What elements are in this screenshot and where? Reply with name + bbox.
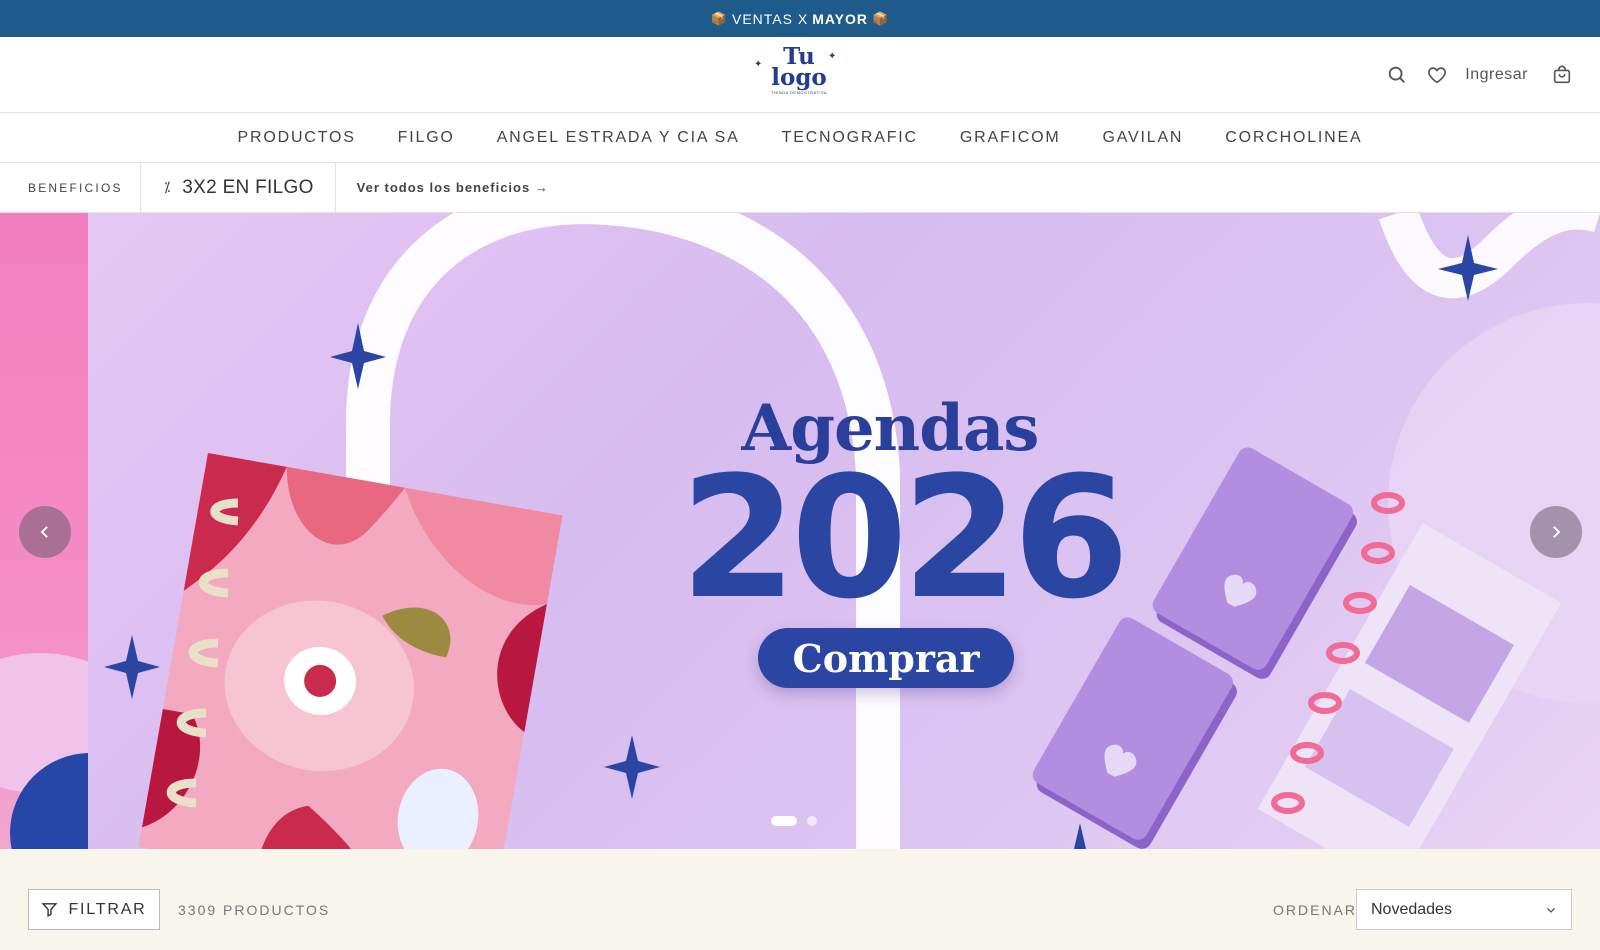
benefit-text: 3X2 EN FILGO (182, 176, 314, 198)
logo-line2: logo (771, 64, 827, 91)
chevron-left-icon (40, 526, 48, 538)
hero-banner[interactable]: Agendas 2026 Comprar (0, 213, 1600, 849)
main-nav: PRODUCTOS FILGO ANGEL ESTRADA Y CIA SA T… (0, 113, 1600, 163)
sort-select[interactable]: Novedades (1356, 889, 1572, 930)
announcement-bar: 📦 VENTAS X MAYOR 📦 (0, 0, 1600, 37)
slider-dot-2[interactable] (807, 816, 817, 826)
cart-icon[interactable] (1548, 61, 1576, 89)
sort-value: Novedades (1371, 900, 1452, 918)
login-link[interactable]: Ingresar (1465, 66, 1528, 84)
nav-item-angel-estrada[interactable]: ANGEL ESTRADA Y CIA SA (497, 129, 740, 147)
slider-dots (771, 816, 817, 826)
announcement-text: VENTAS X (731, 10, 809, 27)
sparkle-icon: ✦ (754, 59, 763, 70)
benefit-item[interactable]: ⁒ 3X2 EN FILGO (141, 162, 336, 213)
filter-label: FILTRAR (68, 900, 147, 918)
nav-item-gavilan[interactable]: GAVILAN (1103, 129, 1184, 147)
nav-item-productos[interactable]: PRODUCTOS (238, 129, 356, 147)
chevron-right-icon (1553, 526, 1561, 538)
search-icon[interactable] (1383, 61, 1411, 89)
store-logo[interactable]: ✦ ✦ Tu logo TIENDA DEMOSTRATIVA (754, 45, 840, 105)
benefits-bar: BENEFICIOS ⁒ 3X2 EN FILGO Ver todos los … (0, 162, 1600, 213)
nav-item-corcholinea[interactable]: CORCHOLINEA (1225, 129, 1362, 147)
product-count: 3309 PRODUCTOS (178, 902, 331, 918)
announcement-strong: MAYOR (812, 10, 869, 27)
nav-item-tecnografic[interactable]: TECNOGRAFIC (782, 129, 918, 147)
hero-year: 2026 (680, 440, 1130, 636)
percent-icon: ⁒ (164, 179, 171, 195)
all-benefits-link[interactable]: Ver todos los beneficios → (357, 180, 549, 195)
slider-next-button[interactable] (1530, 506, 1582, 558)
nav-item-filgo[interactable]: FILGO (398, 129, 455, 147)
filter-icon (42, 903, 58, 918)
product-toolbar: FILTRAR 3309 PRODUCTOS ORDENAR Novedades (0, 849, 1600, 950)
heart-icon[interactable] (1423, 61, 1451, 89)
slider-dot-1[interactable] (771, 816, 797, 826)
nav-item-graficom[interactable]: GRAFICOM (960, 129, 1061, 147)
sparkle-icon: ✦ (828, 51, 837, 62)
slider-prev-button[interactable] (19, 506, 71, 558)
benefits-label: BENEFICIOS (0, 162, 141, 213)
hero-buy-button[interactable]: Comprar (758, 628, 1014, 688)
site-header: ✦ ✦ Tu logo TIENDA DEMOSTRATIVA Ingresar (0, 37, 1600, 113)
sort-label: ORDENAR (1273, 902, 1358, 918)
box-icon: 📦 (710, 10, 728, 26)
box-icon: 📦 (872, 10, 890, 26)
chevron-down-icon (1547, 907, 1555, 913)
logo-tagline: TIENDA DEMOSTRATIVA (770, 90, 828, 95)
filter-button[interactable]: FILTRAR (28, 889, 160, 930)
header-actions: Ingresar (1383, 61, 1576, 89)
